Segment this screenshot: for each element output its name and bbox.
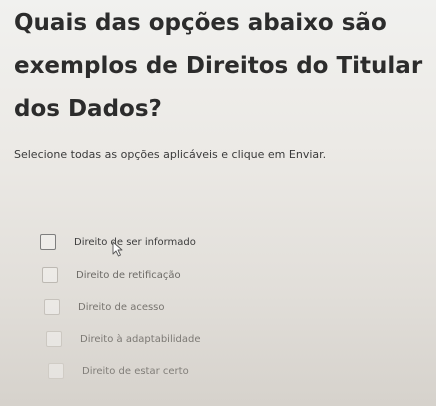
option-direito-de-acesso[interactable]: Direito de acesso [44,299,165,315]
mouse-pointer-icon [112,241,123,257]
checkbox[interactable] [40,234,56,250]
option-label: Direito de estar certo [82,365,189,377]
option-direito-de-retificacao[interactable]: Direito de retificação [42,267,181,283]
option-label: Direito de ser informado [74,236,196,248]
option-label: Direito à adaptabilidade [80,333,201,345]
options-list: Direito de ser informado Direito de reti… [0,0,436,406]
option-label: Direito de acesso [78,301,165,313]
option-label: Direito de retificação [76,269,181,281]
checkbox[interactable] [42,267,58,283]
option-direito-a-adaptabilidade[interactable]: Direito à adaptabilidade [46,331,200,347]
checkbox[interactable] [48,363,64,379]
option-direito-de-estar-certo[interactable]: Direito de estar certo [48,363,189,379]
quiz-page: Quais das opções abaixo são exemplos de … [0,0,436,406]
checkbox[interactable] [46,331,62,347]
checkbox[interactable] [44,299,60,315]
